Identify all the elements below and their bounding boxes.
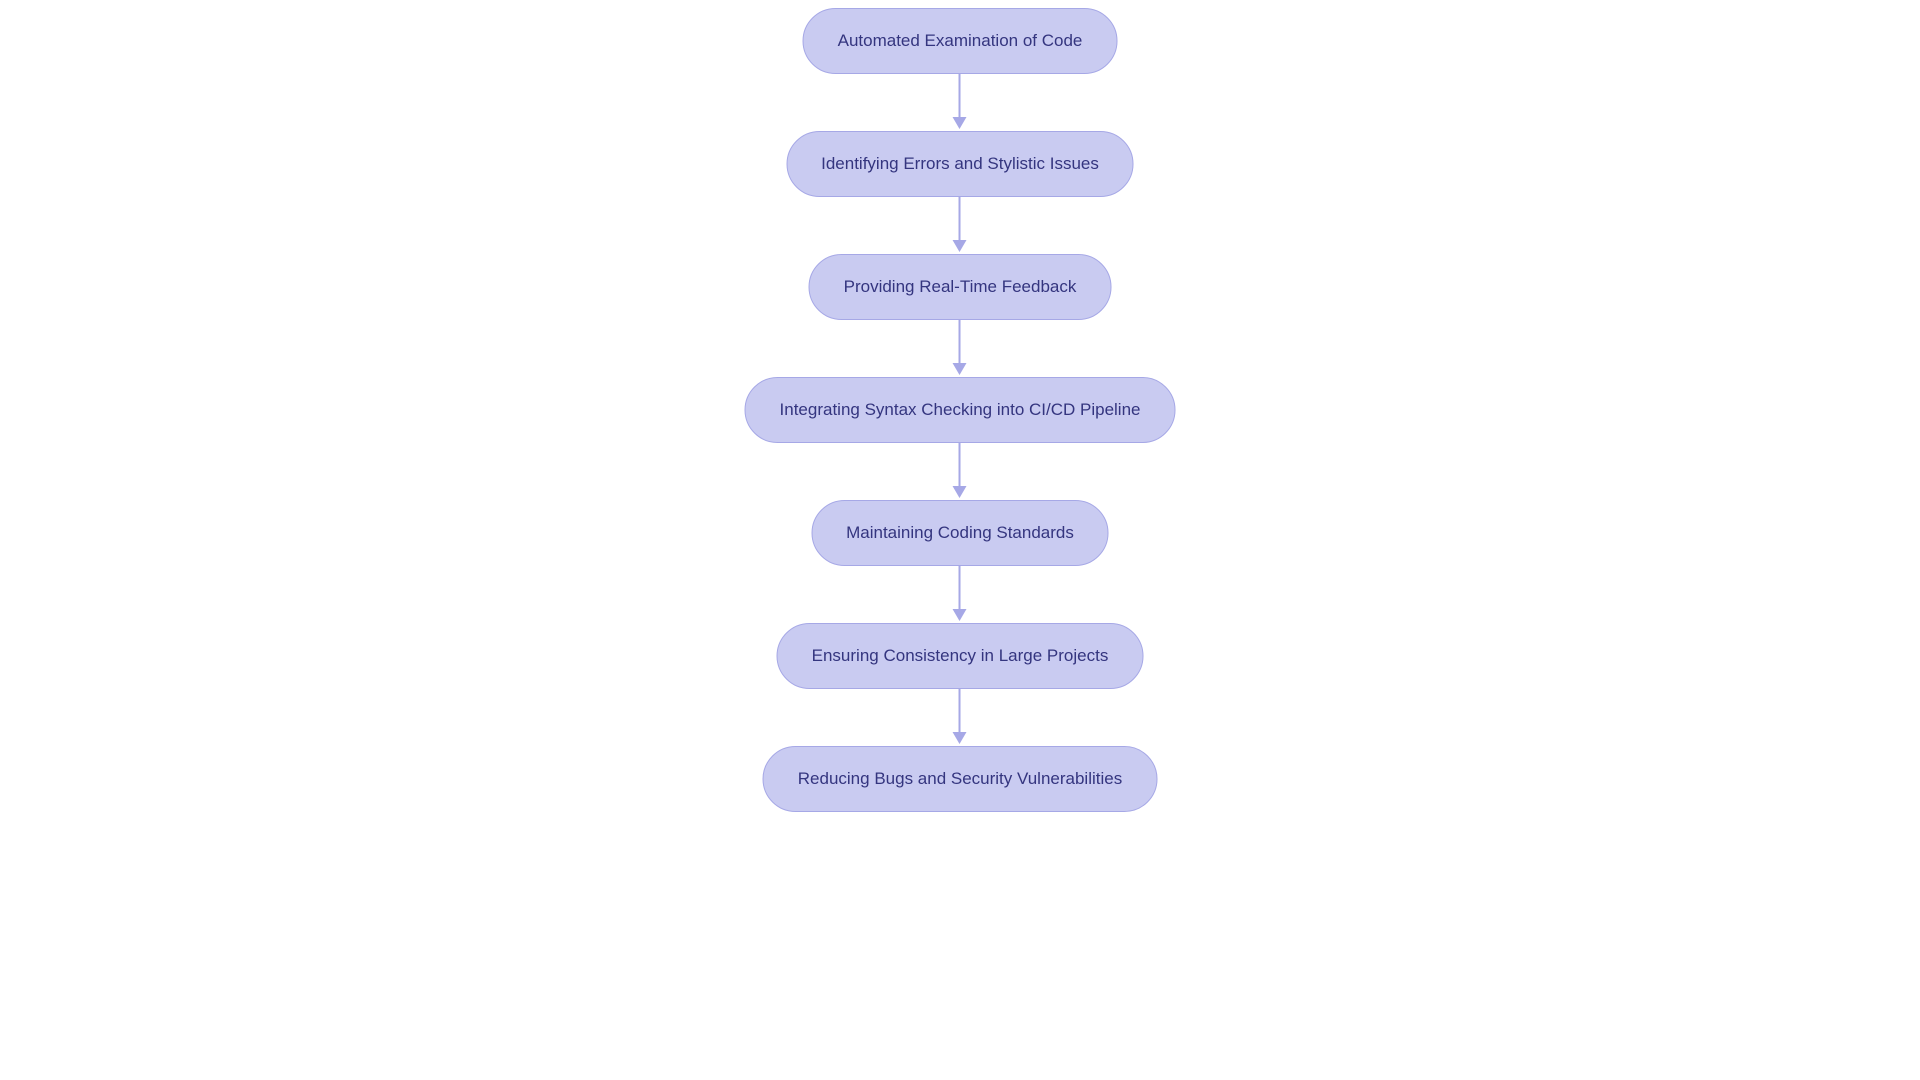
flow-node: Automated Examination of Code [803, 8, 1118, 74]
arrow-down-icon [953, 566, 967, 623]
arrow-down-icon [953, 320, 967, 377]
flow-node: Reducing Bugs and Security Vulnerabiliti… [763, 746, 1157, 812]
flow-node: Providing Real-Time Feedback [809, 254, 1112, 320]
flowchart-diagram: Automated Examination of Code Identifyin… [745, 8, 1176, 812]
arrow-down-icon [953, 689, 967, 746]
flow-node: Integrating Syntax Checking into CI/CD P… [745, 377, 1176, 443]
flow-node: Maintaining Coding Standards [811, 500, 1109, 566]
arrow-down-icon [953, 197, 967, 254]
arrow-down-icon [953, 74, 967, 131]
arrow-down-icon [953, 443, 967, 500]
flow-node: Identifying Errors and Stylistic Issues [786, 131, 1134, 197]
flow-node: Ensuring Consistency in Large Projects [777, 623, 1144, 689]
